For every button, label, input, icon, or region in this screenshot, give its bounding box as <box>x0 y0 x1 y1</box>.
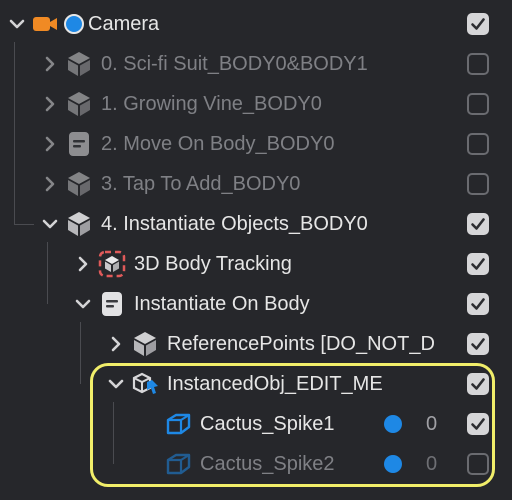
tree-item-1-growing-vine-body0[interactable]: 1. Growing Vine_BODY0 <box>0 84 512 124</box>
visibility-checkbox[interactable] <box>467 253 489 275</box>
chevron-right-icon[interactable] <box>41 135 59 153</box>
tree-item-label: 0. Sci-fi Suit_BODY0&BODY1 <box>101 53 368 75</box>
chevron-down-icon[interactable] <box>8 15 26 33</box>
tree-item-label: 4. Instantiate Objects_BODY0 <box>101 213 368 235</box>
layer-number: 0 <box>426 453 438 475</box>
visibility-checkbox[interactable] <box>467 93 489 115</box>
tree-item-label: ReferencePoints [DO_NOT_D <box>167 333 435 355</box>
visibility-checkbox[interactable] <box>467 133 489 155</box>
chevron-right-icon[interactable] <box>107 335 125 353</box>
chevron-right-icon[interactable] <box>41 55 59 73</box>
chevron-right-icon[interactable] <box>41 95 59 113</box>
object-icon <box>65 90 93 118</box>
chevron-down-icon[interactable] <box>107 375 125 393</box>
layer-color-dot[interactable] <box>384 415 402 433</box>
tree-item-label: Camera <box>88 13 160 35</box>
tree-item-cactus-spike2[interactable]: Cactus_Spike2 0 <box>0 444 512 484</box>
visibility-checkbox[interactable] <box>467 213 489 235</box>
tree-item-label: 3. Tap To Add_BODY0 <box>101 173 301 195</box>
object-icon <box>65 170 93 198</box>
tree-item-3-tap-to-add-body0[interactable]: 3. Tap To Add_BODY0 <box>0 164 512 204</box>
tree-item-label: Cactus_Spike2 <box>200 453 335 475</box>
visibility-checkbox[interactable] <box>467 333 489 355</box>
visibility-checkbox[interactable] <box>467 53 489 75</box>
tree-item-label: Cactus_Spike1 <box>200 413 335 435</box>
mesh-cube-icon <box>164 410 192 438</box>
layer-color-dot[interactable] <box>384 455 402 473</box>
tree-item-label: InstancedObj_EDIT_ME <box>167 373 383 395</box>
visibility-checkbox[interactable] <box>467 373 489 395</box>
script-icon <box>65 130 93 158</box>
chevron-right-icon[interactable] <box>41 175 59 193</box>
tree-item-4-instantiate-objects-body0[interactable]: 4. Instantiate Objects_BODY0 <box>0 204 512 244</box>
tree-item-label: 2. Move On Body_BODY0 <box>101 133 335 155</box>
tree-item-3d-body-tracking[interactable]: 3D Body Tracking <box>0 244 512 284</box>
visibility-checkbox[interactable] <box>467 453 489 475</box>
visibility-checkbox[interactable] <box>467 173 489 195</box>
tree-item-2-move-on-body-body0[interactable]: 2. Move On Body_BODY0 <box>0 124 512 164</box>
script-icon <box>98 290 126 318</box>
object-icon <box>65 50 93 78</box>
tree-item-instantiate-on-body[interactable]: Instantiate On Body <box>0 284 512 324</box>
camera-icon <box>32 10 60 38</box>
camera-blue-dot-icon <box>64 14 84 34</box>
tree-item-label: Instantiate On Body <box>134 293 310 315</box>
visibility-checkbox[interactable] <box>467 413 489 435</box>
tree-item-label: 1. Growing Vine_BODY0 <box>101 93 322 115</box>
tree-item-instancedobj-edit-me[interactable]: InstancedObj_EDIT_ME <box>0 364 512 404</box>
object-icon <box>65 210 93 238</box>
tree-item-0-sci-fi-suit-body0-body1[interactable]: 0. Sci-fi Suit_BODY0&BODY1 <box>0 44 512 84</box>
tree-item-camera[interactable]: Camera <box>0 4 512 44</box>
chevron-down-icon[interactable] <box>74 295 92 313</box>
visibility-checkbox[interactable] <box>467 293 489 315</box>
layer-number: 0 <box>426 413 438 435</box>
object-icon <box>131 330 159 358</box>
mesh-cube-icon <box>164 450 192 478</box>
scene-hierarchy: Camera 0. Sci-fi Suit_BODY0&BODY1 1. Growi… <box>0 0 512 500</box>
tree-item-referencepoints-do-not-d[interactable]: ReferencePoints [DO_NOT_D <box>0 324 512 364</box>
visibility-checkbox[interactable] <box>467 13 489 35</box>
instance-object-icon <box>131 370 159 398</box>
tree-item-cactus-spike1[interactable]: Cactus_Spike1 0 <box>0 404 512 444</box>
chevron-down-icon[interactable] <box>41 215 59 233</box>
body-tracking-icon <box>98 250 126 278</box>
chevron-right-icon[interactable] <box>74 255 92 273</box>
tree-item-label: 3D Body Tracking <box>134 253 292 275</box>
